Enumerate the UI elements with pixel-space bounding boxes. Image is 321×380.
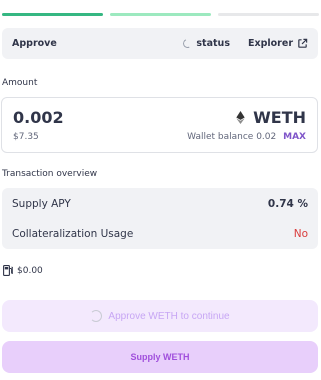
step-title: Approve — [12, 38, 57, 49]
supply-button-label: Supply WETH — [130, 352, 190, 362]
progress-step-3 — [218, 13, 319, 16]
transaction-overview-label: Transaction overview — [2, 169, 98, 179]
collateralization-label: Collateralization Usage — [12, 228, 134, 240]
max-button[interactable]: MAX — [283, 132, 306, 142]
loading-spinner-icon — [90, 310, 103, 322]
wallet-balance-value: 0.02 — [256, 132, 277, 142]
overview-row: Collateralization Usage No — [12, 228, 308, 240]
step-right: status Explorer — [182, 37, 308, 50]
explorer-link[interactable]: Explorer — [248, 38, 293, 49]
ethereum-icon — [236, 111, 245, 124]
collateralization-value: No — [293, 228, 308, 240]
external-link-icon[interactable] — [297, 38, 308, 49]
overview-row: Supply APY 0.74 % — [12, 198, 308, 210]
approve-button-label: Approve WETH to continue — [108, 310, 230, 322]
transaction-overview: Supply APY 0.74 % Collateralization Usag… — [2, 188, 318, 249]
amount-usd-value: $7.35 — [13, 132, 39, 142]
amount-label: Amount — [2, 78, 38, 88]
progress-step-2 — [110, 13, 211, 16]
token-selector: WETH — [236, 108, 306, 127]
step-status-bar: Approve status Explorer — [2, 28, 318, 59]
gas-value: $0.00 — [17, 265, 43, 276]
amount-input[interactable]: 0.002 — [13, 108, 64, 127]
amount-input-box[interactable]: 0.002 $7.35 WETH Wallet balance 0.02 MAX — [1, 97, 318, 153]
token-symbol: WETH — [253, 108, 306, 127]
gas-pump-icon — [3, 265, 13, 276]
progress-step-1 — [2, 13, 103, 16]
wallet-balance-label: Wallet balance — [187, 132, 254, 142]
approve-button[interactable]: Approve WETH to continue — [2, 300, 318, 332]
gas-estimate: $0.00 — [3, 265, 43, 276]
supply-apy-value: 0.74 % — [267, 198, 308, 210]
loading-spinner-icon — [182, 37, 194, 50]
step-status: status — [196, 38, 230, 49]
progress-steps — [2, 13, 319, 17]
wallet-balance: Wallet balance 0.02 MAX — [187, 132, 306, 142]
supply-button[interactable]: Supply WETH — [2, 341, 318, 373]
supply-apy-label: Supply APY — [12, 198, 71, 210]
